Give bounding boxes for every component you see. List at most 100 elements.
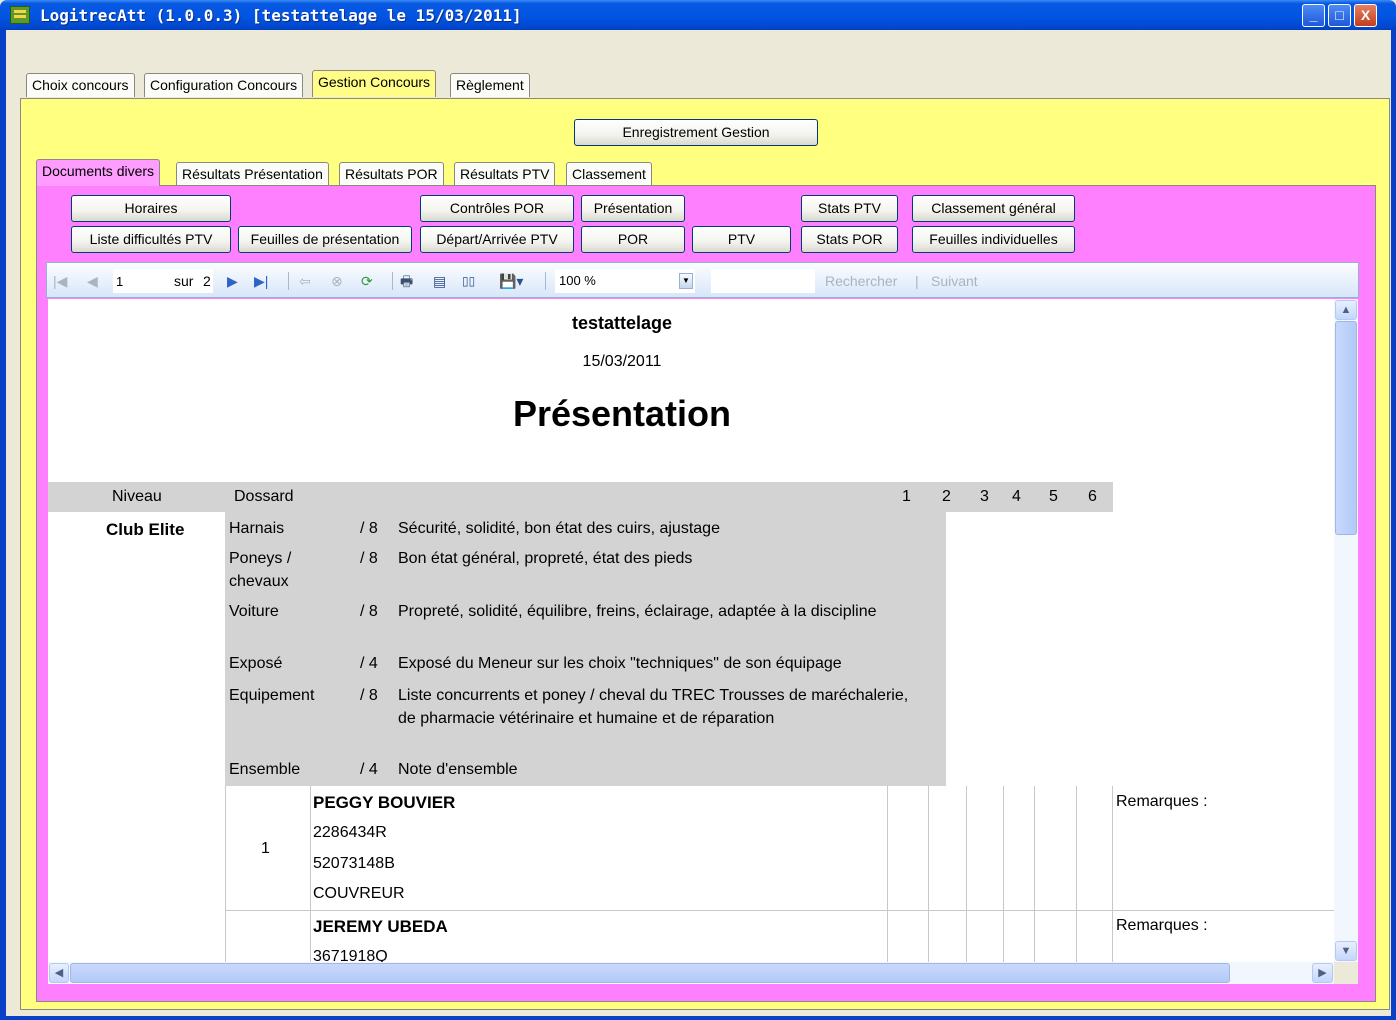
competitor-name: JEREMY UBEDA [313, 917, 448, 936]
total-pages-label: 2 [203, 273, 211, 289]
grid-line [310, 786, 311, 962]
last-page-icon[interactable]: ▶| [254, 272, 268, 290]
previous-page-icon[interactable]: ◀ [87, 272, 98, 290]
liste-difficultes-ptv-button[interactable]: Liste difficultés PTV [71, 226, 231, 253]
tab-resultats-por[interactable]: Résultats POR [339, 162, 444, 186]
horizontal-scroll-thumb[interactable] [70, 963, 1230, 983]
report-event-name: testattelage [571, 313, 673, 333]
page-number-input[interactable] [113, 269, 213, 293]
criterion-name: Exposé [229, 655, 283, 672]
competitor-horse: COUVREUR [313, 885, 405, 902]
competitor-dossard: 1 [261, 840, 270, 857]
score-column-2: 2 [942, 488, 951, 505]
criterion-description: Bon état général, propreté, état des pie… [398, 550, 693, 567]
horaires-button[interactable]: Horaires [71, 195, 231, 222]
maximize-button[interactable]: □ [1328, 4, 1351, 27]
chevron-down-icon[interactable]: ▼ [679, 273, 693, 289]
find-link[interactable]: Rechercher [825, 272, 897, 290]
zoom-value: 100 % [559, 273, 596, 288]
criterion-name: Equipement [229, 687, 315, 704]
scroll-right-icon[interactable]: ▶ [1312, 963, 1333, 983]
table-header-band [48, 482, 1113, 512]
feuilles-individuelles-button[interactable]: Feuilles individuelles [912, 226, 1075, 253]
zoom-select[interactable]: 100 % ▼ [555, 269, 695, 293]
vertical-scrollbar[interactable]: ▲ ▼ [1334, 299, 1358, 962]
criterion-description: Sécurité, solidité, bon état des cuirs, … [398, 520, 720, 537]
toolbar-separator-text: | [915, 273, 919, 289]
grid-line [1112, 786, 1113, 962]
grid-line [225, 910, 1334, 911]
scroll-left-icon[interactable]: ◀ [49, 963, 69, 983]
criterion-name: Ensemble [229, 761, 301, 778]
criterion-description: Exposé du Meneur sur les choix "techniqu… [398, 655, 842, 672]
score-column-1: 1 [902, 488, 911, 505]
title-bar[interactable]: LogitrecAtt (1.0.0.3) [testattelage le 1… [0, 0, 1396, 30]
tab-gestion-concours[interactable]: Gestion Concours [312, 70, 437, 97]
tab-resultats-presentation[interactable]: Résultats Présentation [176, 162, 329, 186]
competitor-remarks: Remarques : [1116, 793, 1208, 810]
feuilles-presentation-button[interactable]: Feuilles de présentation [238, 226, 412, 253]
classement-general-button[interactable]: Classement général [912, 195, 1075, 222]
scroll-down-icon[interactable]: ▼ [1335, 941, 1357, 961]
horizontal-scrollbar[interactable]: ◀ ▶ [48, 962, 1334, 984]
criterion-name: Harnais [229, 520, 285, 537]
criterion-name: Poneys / chevaux [229, 550, 292, 590]
tab-configuration-concours[interactable]: Configuration Concours [144, 73, 304, 97]
find-text-input[interactable] [711, 269, 815, 293]
tab-choix-concours[interactable]: Choix concours [26, 73, 135, 97]
competitor-license: 3671918Q [313, 948, 388, 962]
por-button[interactable]: POR [581, 226, 685, 253]
page-setup-icon[interactable]: ▯▯ [462, 272, 475, 290]
find-next-link[interactable]: Suivant [931, 272, 978, 290]
refresh-icon[interactable]: ⟳ [361, 272, 373, 290]
grid-line [928, 786, 929, 962]
competitor-horse-id: 52073148B [313, 855, 395, 872]
criterion-max: / 4 [360, 655, 378, 672]
export-icon[interactable]: 💾▾ [499, 272, 523, 290]
first-page-icon[interactable]: |◀ [53, 272, 67, 290]
scrollbar-corner [1334, 962, 1358, 984]
grid-line [966, 786, 967, 962]
grid-line [225, 786, 226, 962]
next-page-icon[interactable]: ▶ [227, 272, 238, 290]
presentation-button[interactable]: Présentation [581, 195, 685, 222]
print-layout-icon[interactable]: ▤ [433, 272, 446, 290]
window-title: LogitrecAtt (1.0.0.3) [testattelage le 1… [40, 6, 522, 25]
minimize-button[interactable]: _ [1302, 4, 1325, 27]
tab-resultats-ptv[interactable]: Résultats PTV [454, 162, 556, 186]
tab-reglement[interactable]: Règlement [450, 73, 530, 97]
grid-line [1003, 786, 1004, 962]
criterion-max: / 8 [360, 520, 378, 537]
print-icon[interactable]: 🖶 [400, 272, 413, 290]
stop-icon[interactable]: ⊗ [331, 272, 343, 290]
criterion-name: Voiture [229, 603, 279, 620]
window-frame-bottom [0, 1016, 1396, 1020]
score-column-5: 5 [1049, 488, 1058, 505]
report-viewer-toolbar: |◀ ◀ sur 2 ▶ ▶| ⇦ ⊗ ⟳ 🖶 ▤ ▯▯ 💾▾ 100 % ▼ … [46, 262, 1359, 298]
grid-line [887, 786, 888, 962]
ptv-button[interactable]: PTV [692, 226, 791, 253]
grid-line [1034, 786, 1035, 962]
tab-classement[interactable]: Classement [566, 162, 652, 186]
criterion-description: Propreté, solidité, équilibre, freins, é… [398, 603, 877, 620]
tab-documents-divers[interactable]: Documents divers [36, 159, 161, 186]
stats-ptv-button[interactable]: Stats PTV [801, 195, 898, 222]
score-column-6: 6 [1088, 488, 1097, 505]
score-column-3: 3 [980, 488, 989, 505]
report-title: Présentation [512, 393, 732, 434]
vertical-scroll-thumb[interactable] [1335, 321, 1357, 535]
competitor-name: PEGGY BOUVIER [313, 793, 456, 812]
enregistrement-gestion-button[interactable]: Enregistrement Gestion [574, 119, 818, 146]
criterion-description: Note d'ensemble [398, 761, 518, 778]
criterion-max: / 8 [360, 603, 378, 620]
scroll-up-icon[interactable]: ▲ [1335, 300, 1357, 320]
criterion-description: Liste concurrents et poney / cheval du T… [398, 687, 909, 727]
stats-por-button[interactable]: Stats POR [801, 226, 898, 253]
toolbar-separator [392, 272, 393, 290]
app-icon [10, 6, 30, 24]
close-button[interactable]: X [1354, 4, 1377, 27]
page-of-label: sur [174, 273, 194, 289]
controles-por-button[interactable]: Contrôles POR [420, 195, 574, 222]
depart-arrivee-ptv-button[interactable]: Départ/Arrivée PTV [420, 226, 574, 253]
back-icon[interactable]: ⇦ [299, 272, 311, 290]
